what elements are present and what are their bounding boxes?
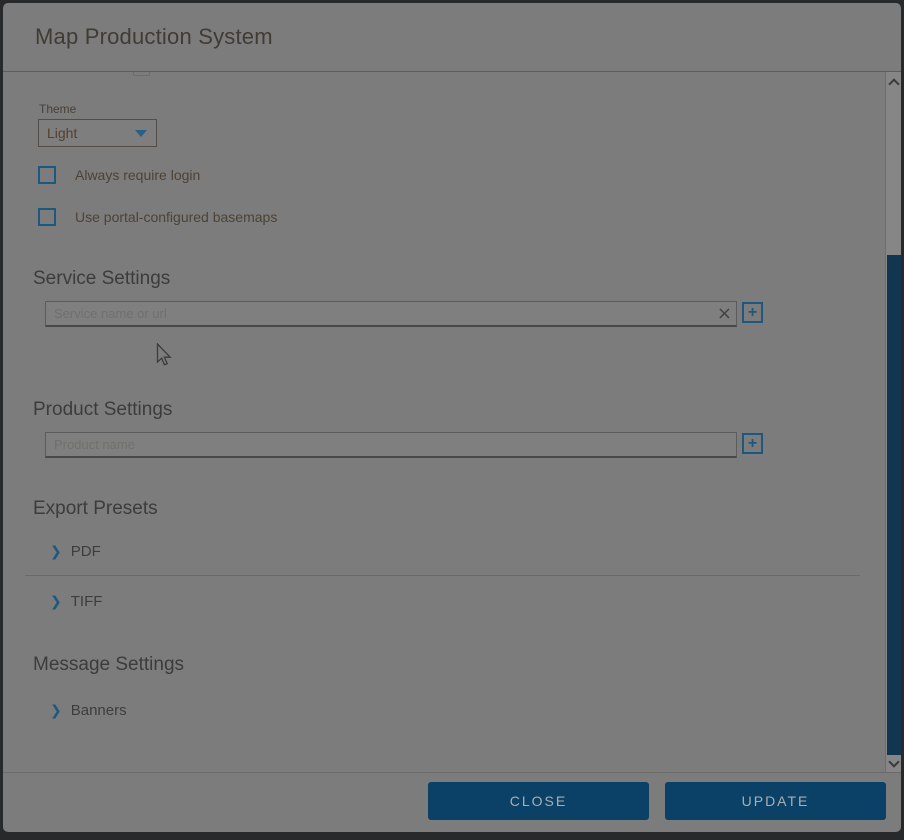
service-name-input[interactable] — [45, 301, 737, 327]
chevron-down-icon — [135, 130, 147, 137]
settings-scroll-content: Theme Light Always require login Use por… — [3, 72, 885, 773]
add-service-button[interactable]: + — [742, 302, 763, 323]
dialog-footer: CLOSE UPDATE — [3, 772, 901, 832]
message-settings-heading: Message Settings — [33, 654, 184, 676]
mouse-cursor — [156, 343, 172, 367]
expander-pdf[interactable]: ❯ PDF — [50, 539, 101, 563]
service-settings-heading: Service Settings — [33, 268, 170, 290]
chevron-right-icon: ❯ — [50, 544, 62, 558]
service-input-wrap: × — [45, 301, 737, 327]
dialog-title: Map Production System — [35, 24, 273, 50]
theme-select[interactable]: Light — [38, 119, 157, 147]
product-settings-heading: Product Settings — [33, 399, 172, 421]
product-name-input[interactable] — [45, 432, 737, 458]
expander-tiff[interactable]: ❯ TIFF — [50, 589, 102, 613]
vertical-scrollbar[interactable] — [885, 72, 901, 773]
expander-banners-label: Banners — [71, 702, 127, 719]
scroll-up-icon[interactable] — [886, 74, 901, 90]
expander-banners[interactable]: ❯ Banners — [50, 698, 127, 722]
chevron-right-icon: ❯ — [50, 703, 62, 717]
chevron-right-icon: ❯ — [50, 594, 62, 608]
scroll-down-icon[interactable] — [886, 755, 901, 771]
expander-pdf-label: PDF — [71, 543, 101, 560]
dialog-header: Map Production System — [3, 3, 901, 72]
map-production-system-dialog: Map Production System Theme Light Always… — [3, 3, 901, 832]
portal-basemaps-checkbox[interactable] — [38, 208, 56, 226]
expander-tiff-label: TIFF — [71, 593, 103, 610]
add-product-button[interactable]: + — [742, 433, 763, 454]
export-presets-heading: Export Presets — [33, 498, 158, 520]
divider — [25, 575, 860, 576]
close-button[interactable]: CLOSE — [428, 782, 649, 820]
portal-basemaps-label: Use portal-configured basemaps — [75, 209, 277, 225]
theme-select-value: Light — [47, 120, 77, 146]
update-button[interactable]: UPDATE — [665, 782, 886, 820]
clear-icon[interactable]: × — [717, 305, 732, 323]
scrollbar-thumb[interactable] — [887, 255, 901, 755]
always-require-login-checkbox[interactable] — [38, 166, 56, 184]
product-input-wrap — [45, 432, 737, 458]
always-require-login-label: Always require login — [75, 167, 200, 183]
theme-label: Theme — [39, 102, 76, 116]
